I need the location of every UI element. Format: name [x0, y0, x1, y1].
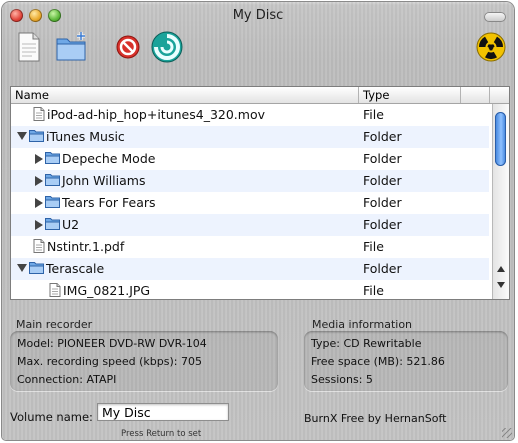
burn-button[interactable]: [150, 30, 184, 64]
recorder-speed: Max. recording speed (kbps): 705: [17, 355, 202, 368]
media-type: Type: CD Rewritable: [311, 337, 422, 350]
row-type: Folder: [363, 129, 402, 144]
cancel-button[interactable]: [114, 30, 142, 64]
app-credit: BurnX Free by HernanSoft: [304, 412, 447, 425]
list-row[interactable]: Tears For Fears Folder: [11, 192, 489, 214]
media-panel: Type: CD Rewritable Free space (MB): 521…: [304, 331, 508, 391]
row-type: File: [363, 107, 384, 122]
row-name: Nstintr.1.pdf: [47, 239, 125, 254]
file-icon: [33, 107, 45, 124]
recorder-model: Model: PIONEER DVD-RW DVR-104: [17, 337, 207, 350]
window-title: My Disc: [232, 8, 284, 23]
disclosure-triangle-right-icon[interactable]: [35, 176, 43, 186]
file-list[interactable]: Name Type iPod-ad-hip_hop+itunes4_320.mo…: [10, 86, 510, 300]
list-row[interactable]: Terascale Folder: [11, 258, 489, 280]
burn-icon: [151, 31, 183, 63]
row-name: IMG_0821.JPG: [63, 283, 151, 298]
volume-name-label: Volume name:: [10, 410, 93, 424]
list-header: Name Type: [11, 87, 509, 104]
title-bar[interactable]: My Disc: [2, 2, 514, 30]
scroll-up-arrow[interactable]: [497, 266, 505, 272]
column-divider[interactable]: [358, 87, 359, 103]
list-row[interactable]: IMG_0821.JPG File: [11, 280, 489, 299]
burn-status-indicator: [474, 30, 508, 64]
recorder-heading: Main recorder: [16, 318, 93, 331]
media-sessions: Sessions: 5: [311, 373, 373, 386]
column-divider: [489, 87, 490, 103]
folder-icon: [45, 151, 60, 167]
row-name: Terascale: [46, 261, 105, 276]
list-row[interactable]: iTunes Music Folder: [11, 126, 489, 148]
recorder-connection: Connection: ATAPI: [17, 373, 117, 386]
row-type: Folder: [363, 261, 402, 276]
list-row[interactable]: iPod-ad-hip_hop+itunes4_320.mov File: [11, 104, 489, 126]
row-name: U2: [62, 217, 80, 232]
toolbar-toggle-button[interactable]: [484, 12, 506, 22]
disclosure-triangle-right-icon[interactable]: [35, 154, 43, 164]
new-document-icon: [18, 32, 40, 62]
new-folder-icon: [56, 32, 86, 61]
vertical-scrollbar[interactable]: [492, 104, 509, 299]
row-type: File: [363, 283, 384, 298]
row-name: iPod-ad-hip_hop+itunes4_320.mov: [47, 107, 265, 122]
list-rows: iPod-ad-hip_hop+itunes4_320.mov File iTune…: [11, 104, 489, 299]
file-icon: [49, 283, 61, 299]
scroll-thumb[interactable]: [495, 112, 506, 166]
volume-name-input[interactable]: [97, 403, 229, 421]
new-document-button[interactable]: [14, 30, 44, 64]
folder-icon: [29, 129, 44, 145]
disclosure-triangle-right-icon[interactable]: [35, 198, 43, 208]
row-type: Folder: [363, 151, 402, 166]
folder-icon: [29, 261, 44, 277]
folder-icon: [45, 173, 60, 189]
list-row[interactable]: Nstintr.1.pdf File: [11, 236, 489, 258]
disclosure-triangle-down-icon[interactable]: [17, 132, 27, 140]
row-name: John Williams: [62, 173, 146, 188]
media-heading: Media information: [312, 318, 413, 331]
list-row[interactable]: Depeche Mode Folder: [11, 148, 489, 170]
disclosure-triangle-down-icon[interactable]: [17, 264, 27, 272]
app-window: My Disc Name Type iPod-ad-hip_hop+itunes…: [2, 2, 514, 440]
radiation-icon: [476, 32, 506, 62]
media-free-space: Free space (MB): 521.86: [311, 355, 445, 368]
column-divider[interactable]: [460, 87, 461, 103]
file-icon: [33, 239, 45, 256]
list-row[interactable]: John Williams Folder: [11, 170, 489, 192]
list-row[interactable]: U2 Folder: [11, 214, 489, 236]
row-type: Folder: [363, 217, 402, 232]
volume-name-hint: Press Return to set: [121, 429, 202, 439]
row-type: Folder: [363, 195, 402, 210]
row-name: Depeche Mode: [62, 151, 156, 166]
row-type: Folder: [363, 173, 402, 188]
scroll-down-arrow[interactable]: [497, 282, 505, 288]
type-column-header[interactable]: Type: [363, 88, 389, 102]
row-name: iTunes Music: [46, 129, 125, 144]
row-type: File: [363, 239, 384, 254]
folder-icon: [45, 217, 60, 233]
cancel-icon: [116, 35, 140, 59]
folder-icon: [45, 195, 60, 211]
row-name: Tears For Fears: [62, 195, 156, 210]
new-folder-button[interactable]: [54, 30, 92, 64]
name-column-header[interactable]: Name: [15, 88, 49, 102]
disclosure-triangle-right-icon[interactable]: [35, 220, 43, 230]
recorder-panel: Model: PIONEER DVD-RW DVR-104 Max. recor…: [10, 331, 278, 391]
resize-grip[interactable]: [502, 428, 512, 438]
